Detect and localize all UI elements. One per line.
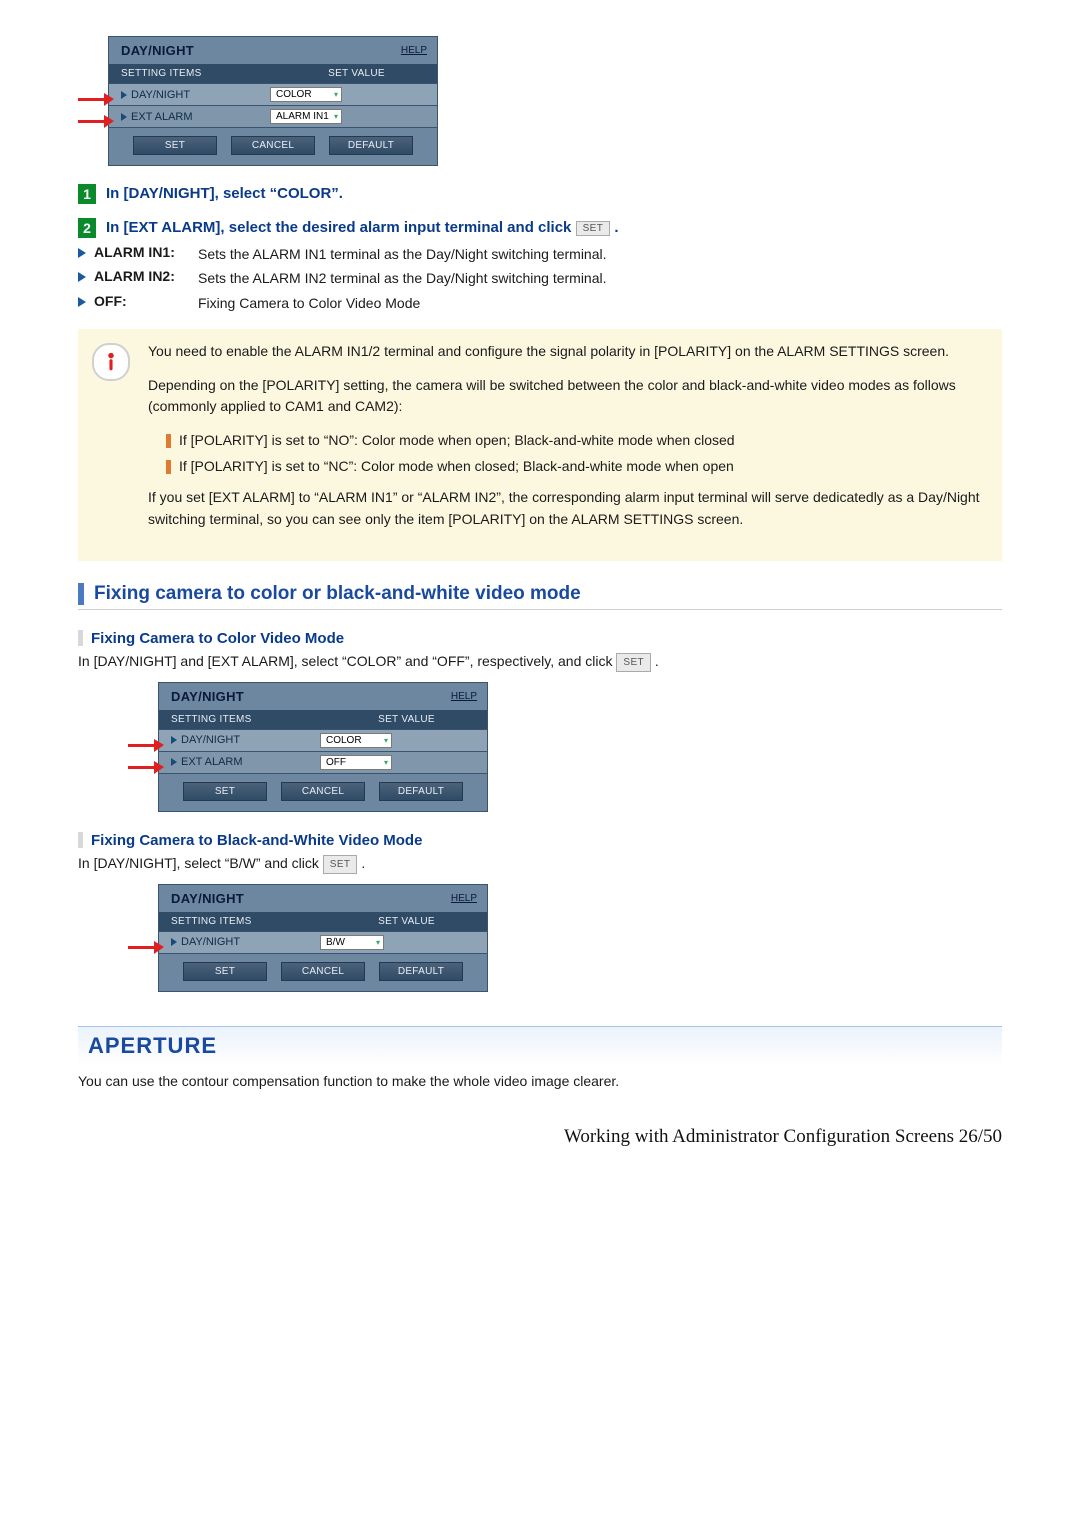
panel-title: DAY/NIGHT xyxy=(171,689,244,704)
step-number-badge: 2 xyxy=(78,218,96,238)
set-button-inline[interactable]: SET xyxy=(576,221,611,236)
body-paragraph: In [DAY/NIGHT] and [EXT ALARM], select “… xyxy=(78,651,1002,672)
step-1: 1 In [DAY/NIGHT], select “COLOR”. xyxy=(78,184,1002,204)
chevron-down-icon: ▾ xyxy=(334,90,338,99)
note-paragraph: You need to enable the ALARM IN1/2 termi… xyxy=(148,341,986,363)
list-item: OFF: Fixing Camera to Color Video Mode xyxy=(78,293,1002,313)
set-button[interactable]: SET xyxy=(183,962,267,981)
body-paragraph: In [DAY/NIGHT], select “B/W” and click S… xyxy=(78,853,1002,874)
arrow-icon xyxy=(78,98,106,101)
section-heading-aperture: APERTURE xyxy=(78,1026,1002,1065)
heading-bar-icon xyxy=(78,832,83,848)
bullet-bar-icon xyxy=(166,434,171,448)
page-footer: Working with Administrator Configuration… xyxy=(78,1126,1002,1148)
settings-panel-1: DAY/NIGHT HELP SETTING ITEMS SET VALUE D… xyxy=(108,36,1002,166)
pointer-icon xyxy=(171,736,177,744)
bullet-bar-icon xyxy=(166,460,171,474)
extalarm-select[interactable]: OFF▾ xyxy=(320,755,392,770)
settings-row-daynight: DAY/NIGHT B/W▾ xyxy=(159,931,487,953)
step-2: 2 In [EXT ALARM], select the desired ala… xyxy=(78,218,1002,238)
panel-title: DAY/NIGHT xyxy=(121,43,194,58)
daynight-select[interactable]: COLOR▾ xyxy=(320,733,392,748)
settings-panel-3: DAY/NIGHT HELP SETTING ITEMS SET VALUE D… xyxy=(158,884,1002,992)
heading-bar-icon xyxy=(78,630,83,646)
list-item: ALARM IN1: Sets the ALARM IN1 terminal a… xyxy=(78,244,1002,264)
panel-column-header: SETTING ITEMS SET VALUE xyxy=(159,912,487,931)
important-note: You need to enable the ALARM IN1/2 termi… xyxy=(78,329,1002,561)
arrow-icon xyxy=(128,744,156,747)
note-bullet: If [POLARITY] is set to “NO”: Color mode… xyxy=(166,430,986,452)
arrow-icon xyxy=(78,120,106,123)
chevron-down-icon: ▾ xyxy=(384,736,388,745)
subheading-color-mode: Fixing Camera to Color Video Mode xyxy=(78,630,1002,647)
section-heading-fixing: Fixing camera to color or black-and-whit… xyxy=(78,583,1002,610)
panel-column-header: SETTING ITEMS SET VALUE xyxy=(109,64,437,83)
note-paragraph: If you set [EXT ALARM] to “ALARM IN1” or… xyxy=(148,487,986,530)
set-button[interactable]: SET xyxy=(133,136,217,155)
settings-row-extalarm: EXT ALARM ALARM IN1▾ xyxy=(109,105,437,127)
heading-bar-icon xyxy=(78,583,84,605)
chevron-down-icon: ▾ xyxy=(376,938,380,947)
note-paragraph: Depending on the [POLARITY] setting, the… xyxy=(148,375,986,418)
chevron-down-icon: ▾ xyxy=(384,758,388,767)
alarm-definition-list: ALARM IN1: Sets the ALARM IN1 terminal a… xyxy=(78,244,1002,313)
bullet-icon xyxy=(78,248,86,258)
daynight-select[interactable]: COLOR▾ xyxy=(270,87,342,102)
pointer-icon xyxy=(121,113,127,121)
chevron-down-icon: ▾ xyxy=(334,112,338,121)
settings-panel-2: DAY/NIGHT HELP SETTING ITEMS SET VALUE D… xyxy=(158,682,1002,812)
cancel-button[interactable]: CANCEL xyxy=(231,136,315,155)
settings-row-extalarm: EXT ALARM OFF▾ xyxy=(159,751,487,773)
daynight-select[interactable]: B/W▾ xyxy=(320,935,384,950)
set-button-inline[interactable]: SET xyxy=(323,855,358,874)
settings-row-daynight: DAY/NIGHT COLOR▾ xyxy=(159,729,487,751)
pointer-icon xyxy=(121,91,127,99)
step-text: In [EXT ALARM], select the desired alarm… xyxy=(106,219,619,236)
help-link[interactable]: HELP xyxy=(451,691,477,702)
panel-title: DAY/NIGHT xyxy=(171,891,244,906)
help-link[interactable]: HELP xyxy=(451,893,477,904)
pointer-icon xyxy=(171,758,177,766)
help-link[interactable]: HELP xyxy=(401,45,427,56)
bullet-icon xyxy=(78,297,86,307)
settings-row-daynight: DAY/NIGHT COLOR▾ xyxy=(109,83,437,105)
step-text: In [DAY/NIGHT], select “COLOR”. xyxy=(106,185,343,202)
set-button[interactable]: SET xyxy=(183,782,267,801)
note-bullet: If [POLARITY] is set to “NC”: Color mode… xyxy=(166,456,986,478)
set-button-inline[interactable]: SET xyxy=(616,653,651,672)
important-note-icon xyxy=(92,343,130,381)
arrow-icon xyxy=(128,946,156,949)
bullet-icon xyxy=(78,272,86,282)
subheading-bw-mode: Fixing Camera to Black-and-White Video M… xyxy=(78,832,1002,849)
list-item: ALARM IN2: Sets the ALARM IN2 terminal a… xyxy=(78,268,1002,288)
pointer-icon xyxy=(171,938,177,946)
default-button[interactable]: DEFAULT xyxy=(379,782,463,801)
arrow-icon xyxy=(128,766,156,769)
extalarm-select[interactable]: ALARM IN1▾ xyxy=(270,109,342,124)
default-button[interactable]: DEFAULT xyxy=(329,136,413,155)
body-paragraph: You can use the contour compensation fun… xyxy=(78,1071,1002,1092)
cancel-button[interactable]: CANCEL xyxy=(281,962,365,981)
default-button[interactable]: DEFAULT xyxy=(379,962,463,981)
step-number-badge: 1 xyxy=(78,184,96,204)
cancel-button[interactable]: CANCEL xyxy=(281,782,365,801)
panel-column-header: SETTING ITEMS SET VALUE xyxy=(159,710,487,729)
